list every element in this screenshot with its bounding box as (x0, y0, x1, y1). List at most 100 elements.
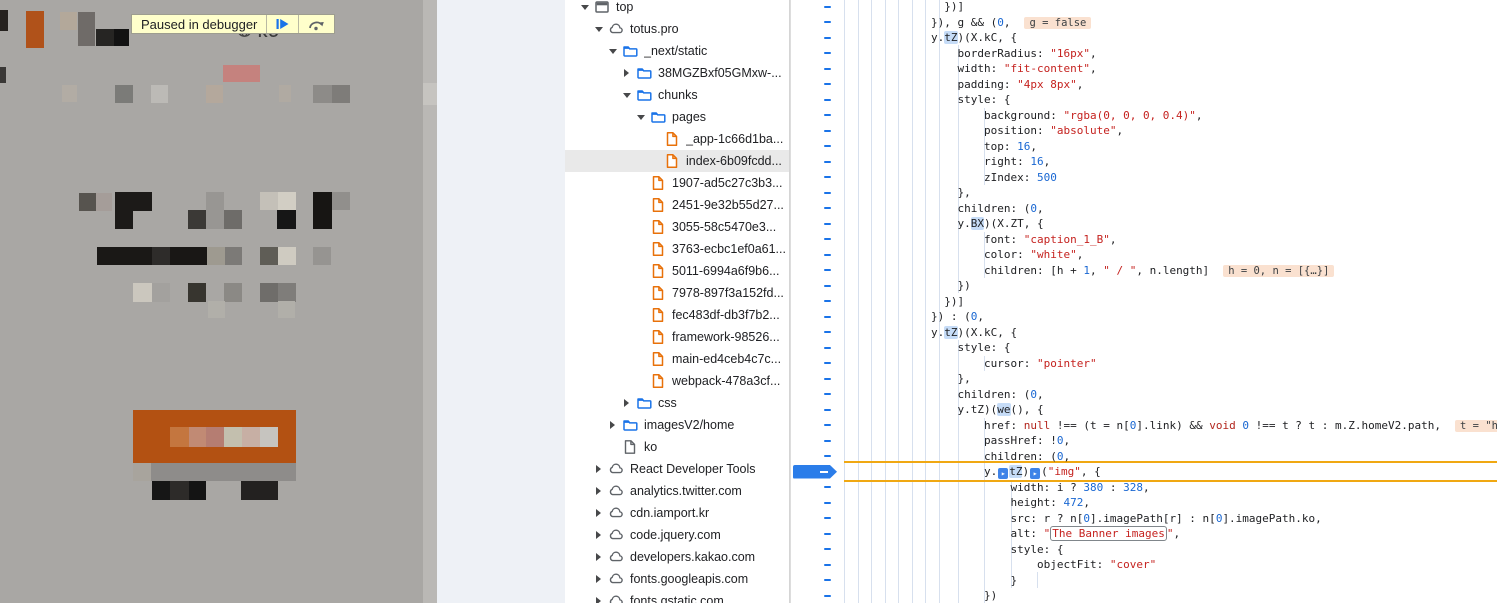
resume-script-button[interactable] (266, 15, 298, 33)
gutter-line-marker[interactable] (824, 486, 831, 488)
code-line[interactable]: children: (0, (931, 201, 1497, 217)
gutter-line-marker[interactable] (824, 548, 831, 550)
gutter-line-marker[interactable] (824, 176, 831, 178)
gutter-line-marker[interactable] (824, 440, 831, 442)
chevron-collapsed-icon[interactable] (620, 399, 633, 407)
code-line[interactable]: font: "caption_1_B", (931, 232, 1497, 248)
code-line[interactable]: alt: "The Banner images", (931, 526, 1497, 542)
tree-item-fec483df-db3f7b2[interactable]: fec483df-db3f7b2... (565, 304, 789, 326)
code-line[interactable]: style: { (931, 542, 1497, 558)
chevron-collapsed-icon[interactable] (592, 553, 605, 561)
tree-item-3055-58c5470e3[interactable]: 3055-58c5470e3... (565, 216, 789, 238)
tree-item-code-jquery-com[interactable]: code.jquery.com (565, 524, 789, 546)
chevron-expanded-icon[interactable] (634, 115, 647, 120)
gutter-line-marker[interactable] (824, 455, 831, 457)
tree-item-next-static[interactable]: _next/static (565, 40, 789, 62)
gutter-line-marker[interactable] (824, 409, 831, 411)
gutter-line-marker[interactable] (824, 300, 831, 302)
code-line[interactable]: cursor: "pointer" (931, 356, 1497, 372)
tree-item-react-developer-tools[interactable]: React Developer Tools (565, 458, 789, 480)
chevron-collapsed-icon[interactable] (592, 487, 605, 495)
continue-here-icon[interactable]: ▸ (998, 468, 1008, 479)
code-line[interactable]: children: (0, (931, 449, 1497, 465)
code-line[interactable]: style: { (931, 92, 1497, 108)
tree-item-5011-6994a6f9b6[interactable]: 5011-6994a6f9b6... (565, 260, 789, 282)
step-over-button[interactable] (298, 15, 334, 33)
code-line[interactable]: y.▸tZ)▸("img", { (931, 464, 1497, 480)
code-line[interactable]: children: (0, (931, 387, 1497, 403)
tree-item-cdn-iamport-kr[interactable]: cdn.iamport.kr (565, 502, 789, 524)
code-line[interactable]: style: { (931, 340, 1497, 356)
code-line[interactable]: position: "absolute", (931, 123, 1497, 139)
gutter-line-marker[interactable] (824, 285, 831, 287)
tree-item-fonts-googleapis-com[interactable]: fonts.googleapis.com (565, 568, 789, 590)
gutter-line-marker[interactable] (824, 161, 831, 163)
code-line[interactable]: y.tZ)(X.kC, { (931, 30, 1497, 46)
gutter-line-marker[interactable] (824, 192, 831, 194)
tree-item-css[interactable]: css (565, 392, 789, 414)
tree-item-fonts-gstatic-com[interactable]: fonts.gstatic.com (565, 590, 789, 603)
code-line[interactable]: })] (931, 0, 1497, 15)
tree-item-imagesv2-home[interactable]: imagesV2/home (565, 414, 789, 436)
gutter-line-marker[interactable] (824, 579, 831, 581)
tree-item-framework-98526[interactable]: framework-98526... (565, 326, 789, 348)
chevron-expanded-icon[interactable] (606, 49, 619, 54)
tree-item-3763-ecbc1ef0a61[interactable]: 3763-ecbc1ef0a61... (565, 238, 789, 260)
gutter-line-marker[interactable] (824, 114, 831, 116)
gutter-line-marker[interactable] (824, 393, 831, 395)
code-line[interactable]: zIndex: 500 (931, 170, 1497, 186)
tree-item-top[interactable]: top (565, 0, 789, 18)
gutter-line-marker[interactable] (824, 533, 831, 535)
code-line[interactable]: width: i ? 380 : 328, (931, 480, 1497, 496)
gutter-line-marker[interactable] (824, 145, 831, 147)
code-line[interactable]: }) (931, 588, 1497, 603)
gutter-line-marker[interactable] (824, 362, 831, 364)
code-line[interactable]: children: [h + 1, " / ", n.length]h = 0,… (931, 263, 1497, 279)
code-line[interactable]: }), g && (0,g = false (931, 15, 1497, 31)
code-line[interactable]: } (931, 573, 1497, 589)
gutter-line-marker[interactable] (824, 316, 831, 318)
code-line[interactable]: background: "rgba(0, 0, 0, 0.4)", (931, 108, 1497, 124)
gutter-line-marker[interactable] (824, 595, 831, 597)
code-line[interactable]: }, (931, 371, 1497, 387)
gutter-line-marker[interactable] (824, 517, 831, 519)
code-line[interactable]: }) : (0, (931, 309, 1497, 325)
code-line[interactable]: padding: "4px 8px", (931, 77, 1497, 93)
code-line[interactable]: src: r ? n[0].imagePath[r] : n[0].imageP… (931, 511, 1497, 527)
code-line[interactable]: objectFit: "cover" (931, 557, 1497, 573)
gutter-line-marker[interactable] (824, 21, 831, 23)
code-line[interactable]: y.tZ)(we(), { (931, 402, 1497, 418)
gutter-line-marker[interactable] (824, 331, 831, 333)
code-line[interactable]: }) (931, 278, 1497, 294)
tree-item-ko[interactable]: ko (565, 436, 789, 458)
code-line[interactable]: color: "white", (931, 247, 1497, 263)
gutter-line-marker[interactable] (824, 254, 831, 256)
code-line[interactable]: }, (931, 185, 1497, 201)
chevron-expanded-icon[interactable] (578, 5, 591, 10)
code-line[interactable]: passHref: !0, (931, 433, 1497, 449)
gutter-line-marker[interactable] (824, 564, 831, 566)
line-gutter[interactable] (791, 0, 844, 603)
tree-item-app-1c66d1ba[interactable]: _app-1c66d1ba... (565, 128, 789, 150)
tree-item-totus-pro[interactable]: totus.pro (565, 18, 789, 40)
chevron-collapsed-icon[interactable] (620, 69, 633, 77)
tree-item-main-ed4ceb4c7c[interactable]: main-ed4ceb4c7c... (565, 348, 789, 370)
gutter-line-marker[interactable] (824, 130, 831, 132)
tree-item-developers-kakao-com[interactable]: developers.kakao.com (565, 546, 789, 568)
gutter-line-marker[interactable] (824, 269, 831, 271)
code-line[interactable]: top: 16, (931, 139, 1497, 155)
tree-item-index-6b09fcdd[interactable]: index-6b09fcdd... (565, 150, 789, 172)
tree-item-38mgzbxf05gmxw[interactable]: 38MGZBxf05GMxw-... (565, 62, 789, 84)
tree-item-7978-897f3a152fd[interactable]: 7978-897f3a152fd... (565, 282, 789, 304)
continue-here-icon[interactable]: ▸ (1030, 468, 1040, 479)
code-line[interactable]: y.tZ)(X.kC, { (931, 325, 1497, 341)
tree-item-webpack-478a3cf[interactable]: webpack-478a3cf... (565, 370, 789, 392)
chevron-collapsed-icon[interactable] (592, 575, 605, 583)
code-line[interactable]: })] (931, 294, 1497, 310)
gutter-line-marker[interactable] (824, 37, 831, 39)
tree-item-2451-9e32b55d27[interactable]: 2451-9e32b55d27... (565, 194, 789, 216)
chevron-expanded-icon[interactable] (620, 93, 633, 98)
code-content[interactable]: })]}), g && (0,g = falsey.tZ)(X.kC, { bo… (931, 0, 1497, 603)
chevron-collapsed-icon[interactable] (592, 531, 605, 539)
gutter-line-marker[interactable] (824, 347, 831, 349)
